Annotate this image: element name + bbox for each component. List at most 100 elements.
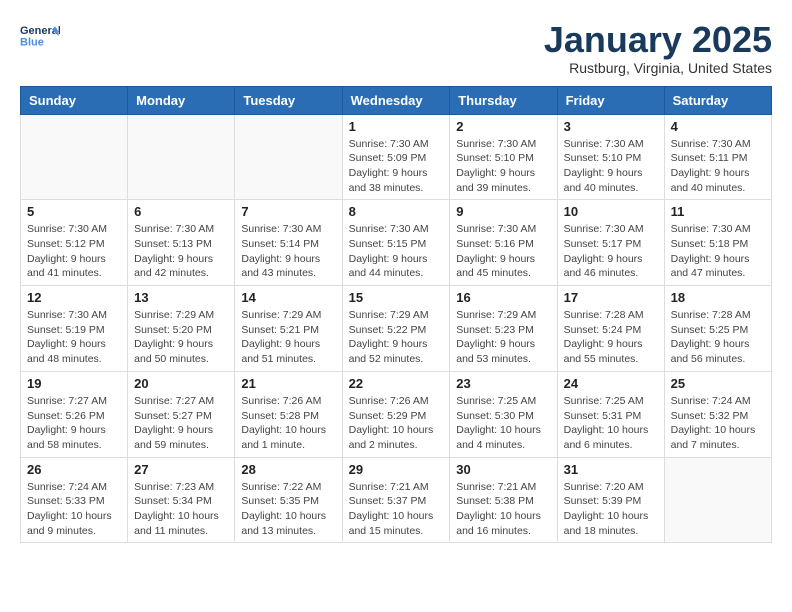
- day-info: Sunrise: 7:30 AM Sunset: 5:19 PM Dayligh…: [27, 308, 121, 367]
- calendar-cell: 14 Sunrise: 7:29 AM Sunset: 5:21 PM Dayli…: [235, 286, 342, 372]
- day-info: Sunrise: 7:27 AM Sunset: 5:26 PM Dayligh…: [27, 394, 121, 453]
- day-number: 12: [27, 290, 121, 305]
- calendar-cell: [235, 114, 342, 200]
- calendar-cell: 16 Sunrise: 7:29 AM Sunset: 5:23 PM Dayli…: [450, 286, 557, 372]
- day-info: Sunrise: 7:30 AM Sunset: 5:17 PM Dayligh…: [564, 222, 658, 281]
- day-number: 28: [241, 462, 335, 477]
- day-info: Sunrise: 7:29 AM Sunset: 5:23 PM Dayligh…: [456, 308, 550, 367]
- calendar-cell: 17 Sunrise: 7:28 AM Sunset: 5:24 PM Dayli…: [557, 286, 664, 372]
- weekday-header-friday: Friday: [557, 86, 664, 114]
- calendar-cell: 19 Sunrise: 7:27 AM Sunset: 5:26 PM Dayli…: [21, 371, 128, 457]
- day-number: 11: [671, 204, 765, 219]
- day-number: 13: [134, 290, 228, 305]
- day-number: 20: [134, 376, 228, 391]
- day-info: Sunrise: 7:29 AM Sunset: 5:20 PM Dayligh…: [134, 308, 228, 367]
- day-number: 27: [134, 462, 228, 477]
- day-info: Sunrise: 7:29 AM Sunset: 5:21 PM Dayligh…: [241, 308, 335, 367]
- calendar-table: SundayMondayTuesdayWednesdayThursdayFrid…: [20, 86, 772, 544]
- day-info: Sunrise: 7:30 AM Sunset: 5:12 PM Dayligh…: [27, 222, 121, 281]
- calendar-cell: 5 Sunrise: 7:30 AM Sunset: 5:12 PM Daylig…: [21, 200, 128, 286]
- calendar-cell: 10 Sunrise: 7:30 AM Sunset: 5:17 PM Dayli…: [557, 200, 664, 286]
- calendar-cell: 6 Sunrise: 7:30 AM Sunset: 5:13 PM Daylig…: [128, 200, 235, 286]
- day-info: Sunrise: 7:30 AM Sunset: 5:11 PM Dayligh…: [671, 137, 765, 196]
- day-number: 4: [671, 119, 765, 134]
- day-info: Sunrise: 7:24 AM Sunset: 5:33 PM Dayligh…: [27, 480, 121, 539]
- calendar-cell: 9Sunrise: 7:30 AM Sunset: 5:16 PM Daylig…: [450, 200, 557, 286]
- day-number: 24: [564, 376, 658, 391]
- day-info: Sunrise: 7:30 AM Sunset: 5:10 PM Dayligh…: [456, 137, 550, 196]
- calendar-cell: 23 Sunrise: 7:25 AM Sunset: 5:30 PM Dayli…: [450, 371, 557, 457]
- day-number: 18: [671, 290, 765, 305]
- calendar-cell: 1Sunrise: 7:30 AM Sunset: 5:09 PM Daylig…: [342, 114, 450, 200]
- weekday-header-thursday: Thursday: [450, 86, 557, 114]
- day-number: 10: [564, 204, 658, 219]
- weekday-header-sunday: Sunday: [21, 86, 128, 114]
- day-info: Sunrise: 7:25 AM Sunset: 5:30 PM Dayligh…: [456, 394, 550, 453]
- day-number: 19: [27, 376, 121, 391]
- day-number: 22: [349, 376, 444, 391]
- calendar-cell: [21, 114, 128, 200]
- day-number: 16: [456, 290, 550, 305]
- calendar-cell: 30Sunrise: 7:21 AM Sunset: 5:38 PM Dayli…: [450, 457, 557, 543]
- calendar-cell: 2 Sunrise: 7:30 AM Sunset: 5:10 PM Daylig…: [450, 114, 557, 200]
- day-number: 3: [564, 119, 658, 134]
- day-info: Sunrise: 7:30 AM Sunset: 5:13 PM Dayligh…: [134, 222, 228, 281]
- day-info: Sunrise: 7:20 AM Sunset: 5:39 PM Dayligh…: [564, 480, 658, 539]
- day-number: 5: [27, 204, 121, 219]
- day-info: Sunrise: 7:30 AM Sunset: 5:10 PM Dayligh…: [564, 137, 658, 196]
- day-number: 26: [27, 462, 121, 477]
- calendar-cell: 20 Sunrise: 7:27 AM Sunset: 5:27 PM Dayli…: [128, 371, 235, 457]
- day-info: Sunrise: 7:26 AM Sunset: 5:29 PM Dayligh…: [349, 394, 444, 453]
- calendar-cell: 22 Sunrise: 7:26 AM Sunset: 5:29 PM Dayli…: [342, 371, 450, 457]
- day-number: 14: [241, 290, 335, 305]
- day-info: Sunrise: 7:21 AM Sunset: 5:37 PM Dayligh…: [349, 480, 444, 539]
- weekday-header-monday: Monday: [128, 86, 235, 114]
- day-number: 7: [241, 204, 335, 219]
- calendar-cell: 26 Sunrise: 7:24 AM Sunset: 5:33 PM Dayli…: [21, 457, 128, 543]
- title-block: January 2025 Rustburg, Virginia, United …: [544, 20, 772, 76]
- weekday-header-tuesday: Tuesday: [235, 86, 342, 114]
- svg-text:Blue: Blue: [20, 36, 44, 48]
- day-info: Sunrise: 7:24 AM Sunset: 5:32 PM Dayligh…: [671, 394, 765, 453]
- weekday-header-saturday: Saturday: [664, 86, 771, 114]
- month-title: January 2025: [544, 20, 772, 60]
- week-row-5: 26 Sunrise: 7:24 AM Sunset: 5:33 PM Dayli…: [21, 457, 772, 543]
- calendar-cell: [128, 114, 235, 200]
- day-number: 25: [671, 376, 765, 391]
- day-info: Sunrise: 7:30 AM Sunset: 5:18 PM Dayligh…: [671, 222, 765, 281]
- calendar-cell: 29 Sunrise: 7:21 AM Sunset: 5:37 PM Dayli…: [342, 457, 450, 543]
- day-number: 8: [349, 204, 444, 219]
- calendar-cell: 18Sunrise: 7:28 AM Sunset: 5:25 PM Dayli…: [664, 286, 771, 372]
- calendar-cell: 28Sunrise: 7:22 AM Sunset: 5:35 PM Dayli…: [235, 457, 342, 543]
- day-number: 15: [349, 290, 444, 305]
- day-number: 6: [134, 204, 228, 219]
- weekday-header-wednesday: Wednesday: [342, 86, 450, 114]
- day-info: Sunrise: 7:27 AM Sunset: 5:27 PM Dayligh…: [134, 394, 228, 453]
- day-number: 17: [564, 290, 658, 305]
- day-number: 1: [349, 119, 444, 134]
- day-number: 31: [564, 462, 658, 477]
- logo: General Blue: [20, 20, 60, 50]
- week-row-1: 1Sunrise: 7:30 AM Sunset: 5:09 PM Daylig…: [21, 114, 772, 200]
- week-row-3: 12 Sunrise: 7:30 AM Sunset: 5:19 PM Dayli…: [21, 286, 772, 372]
- day-info: Sunrise: 7:30 AM Sunset: 5:14 PM Dayligh…: [241, 222, 335, 281]
- location: Rustburg, Virginia, United States: [544, 60, 772, 76]
- weekday-header-row: SundayMondayTuesdayWednesdayThursdayFrid…: [21, 86, 772, 114]
- calendar-cell: 25 Sunrise: 7:24 AM Sunset: 5:32 PM Dayli…: [664, 371, 771, 457]
- day-number: 2: [456, 119, 550, 134]
- calendar-cell: [664, 457, 771, 543]
- day-number: 29: [349, 462, 444, 477]
- day-info: Sunrise: 7:26 AM Sunset: 5:28 PM Dayligh…: [241, 394, 335, 453]
- day-info: Sunrise: 7:23 AM Sunset: 5:34 PM Dayligh…: [134, 480, 228, 539]
- calendar-cell: 31 Sunrise: 7:20 AM Sunset: 5:39 PM Dayli…: [557, 457, 664, 543]
- calendar-cell: 24 Sunrise: 7:25 AM Sunset: 5:31 PM Dayli…: [557, 371, 664, 457]
- calendar-cell: 15Sunrise: 7:29 AM Sunset: 5:22 PM Dayli…: [342, 286, 450, 372]
- calendar-cell: 27 Sunrise: 7:23 AM Sunset: 5:34 PM Dayli…: [128, 457, 235, 543]
- day-info: Sunrise: 7:28 AM Sunset: 5:24 PM Dayligh…: [564, 308, 658, 367]
- day-info: Sunrise: 7:30 AM Sunset: 5:16 PM Dayligh…: [456, 222, 550, 281]
- calendar-cell: 7 Sunrise: 7:30 AM Sunset: 5:14 PM Daylig…: [235, 200, 342, 286]
- day-info: Sunrise: 7:25 AM Sunset: 5:31 PM Dayligh…: [564, 394, 658, 453]
- page-header: General Blue January 2025 Rustburg, Virg…: [20, 20, 772, 76]
- calendar-cell: 21Sunrise: 7:26 AM Sunset: 5:28 PM Dayli…: [235, 371, 342, 457]
- day-number: 23: [456, 376, 550, 391]
